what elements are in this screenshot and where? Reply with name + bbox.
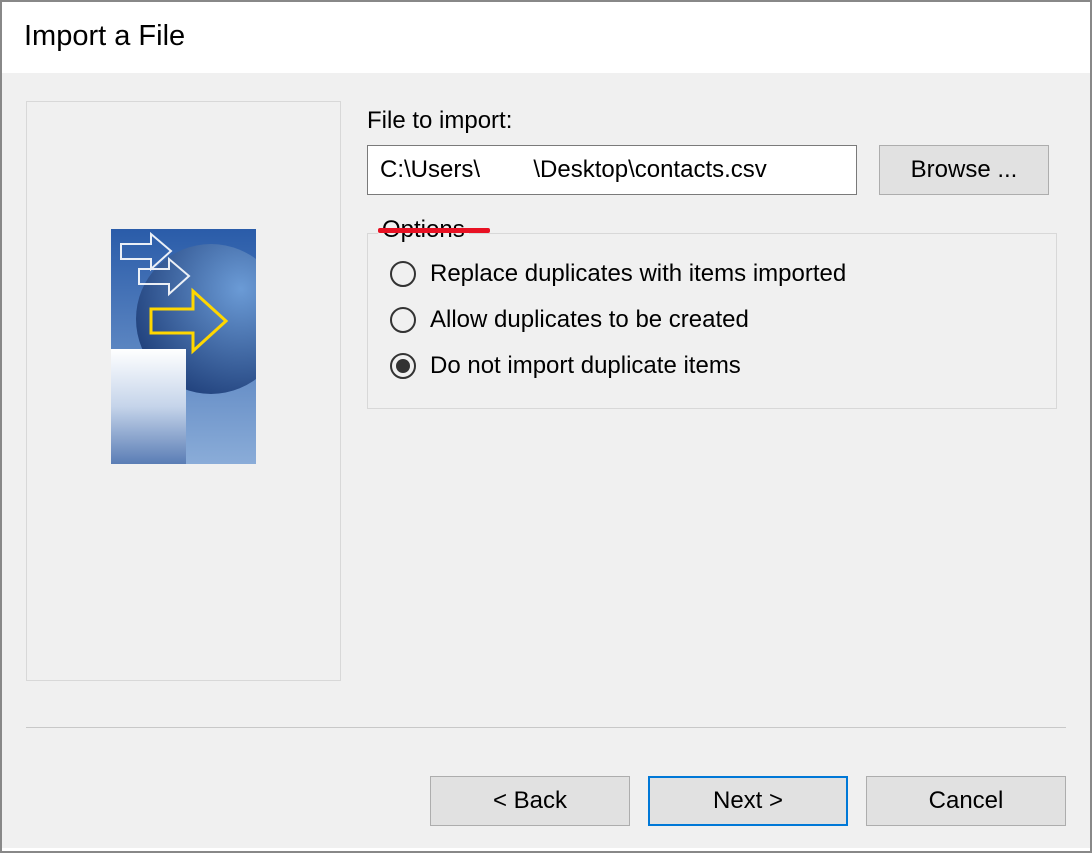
window-title: Import a File (2, 2, 1090, 73)
radio-label: Replace duplicates with items imported (430, 260, 846, 288)
radio-icon (390, 307, 416, 333)
button-row: < Back Next > Cancel (430, 776, 1066, 826)
import-arrows-icon (111, 229, 256, 464)
radio-option-2[interactable]: Do not import duplicate items (390, 352, 1034, 380)
annotation-underline (378, 228, 490, 233)
radio-option-0[interactable]: Replace duplicates with items imported (390, 260, 1034, 288)
radio-label: Do not import duplicate items (430, 352, 741, 380)
options-legend: Options (378, 216, 469, 244)
divider (26, 727, 1066, 728)
wizard-image-panel (26, 101, 341, 681)
browse-button[interactable]: Browse ... (879, 145, 1049, 195)
radio-icon (390, 261, 416, 287)
content-area: File to import: Browse ... Options Repla… (2, 73, 1090, 848)
radio-icon (390, 353, 416, 379)
cancel-button[interactable]: Cancel (866, 776, 1066, 826)
options-group: Options Replace duplicates with items im… (367, 233, 1057, 409)
form-panel: File to import: Browse ... Options Repla… (367, 101, 1066, 681)
radio-label: Allow duplicates to be created (430, 306, 749, 334)
file-path-input[interactable] (367, 145, 857, 195)
next-button[interactable]: Next > (648, 776, 848, 826)
back-button[interactable]: < Back (430, 776, 630, 826)
file-label: File to import: (367, 107, 1066, 135)
radio-option-1[interactable]: Allow duplicates to be created (390, 306, 1034, 334)
